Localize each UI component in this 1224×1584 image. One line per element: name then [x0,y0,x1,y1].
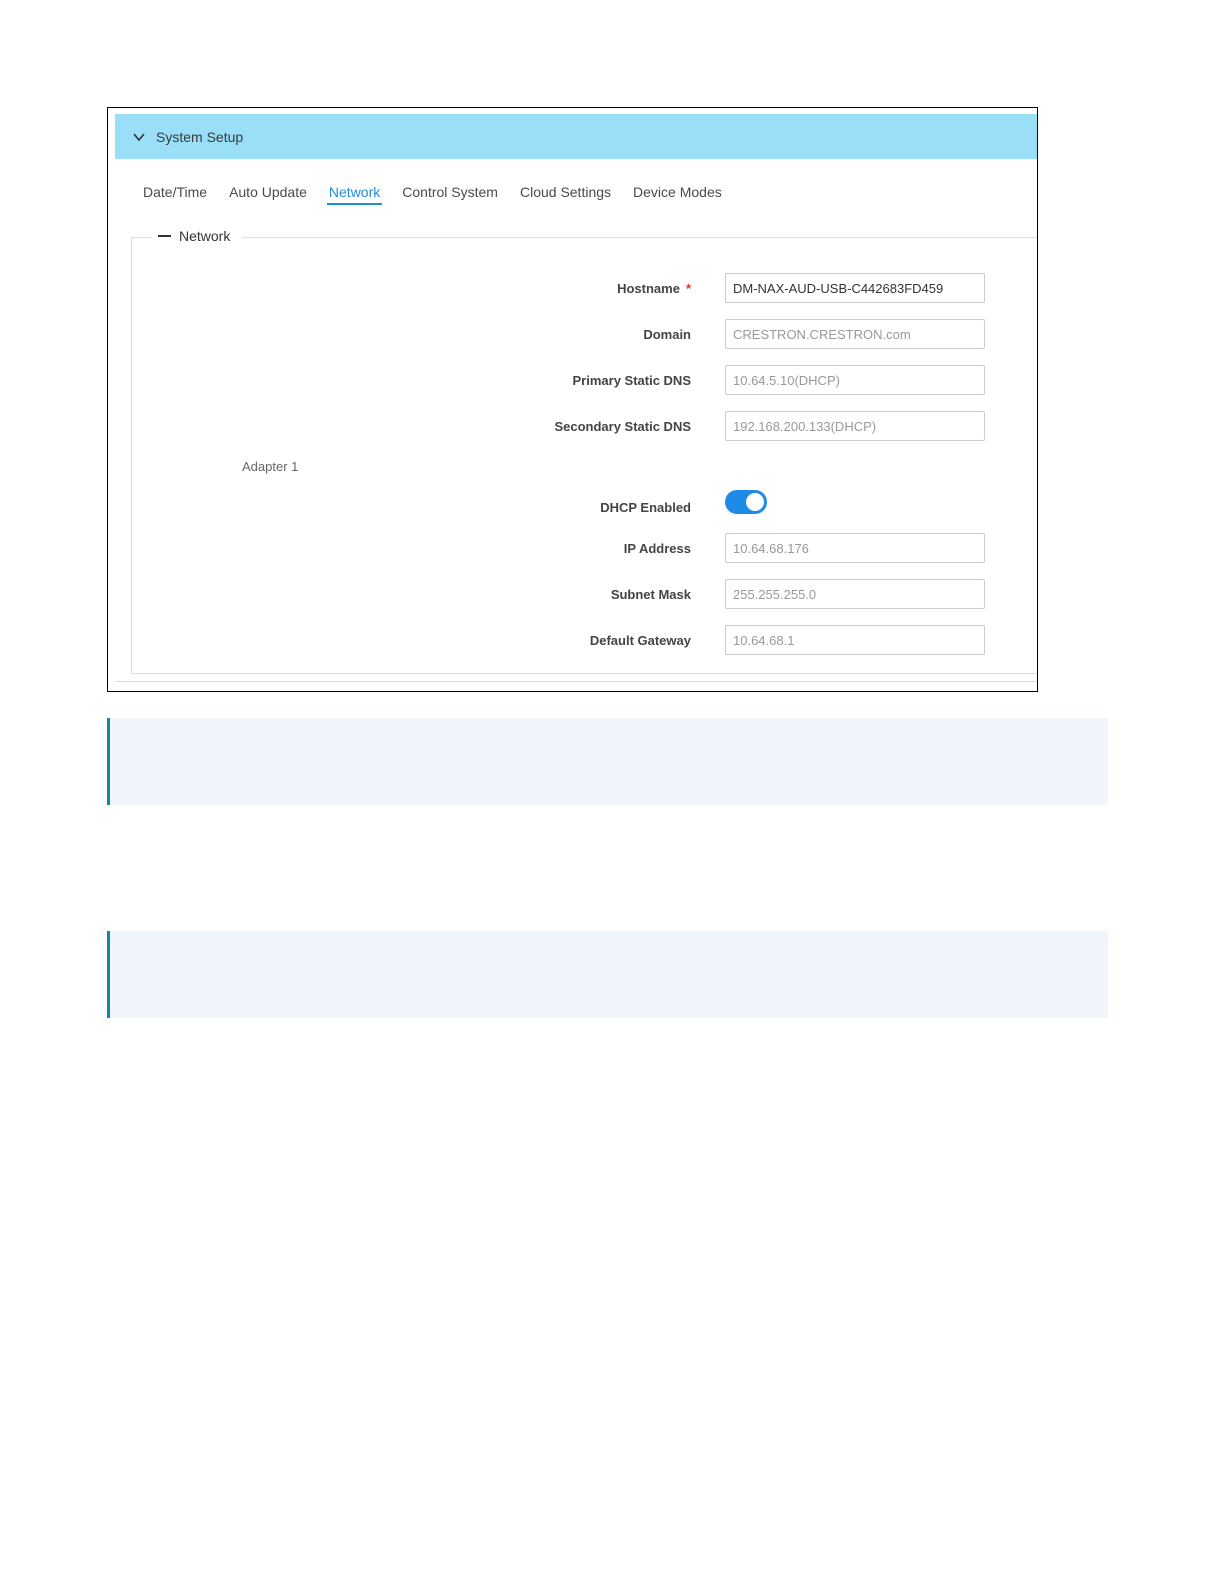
chevron-down-icon[interactable] [132,130,146,144]
dhcp-toggle[interactable] [725,490,767,514]
domain-label: Domain [643,327,691,342]
ip-address-label: IP Address [623,541,691,556]
note-box [107,931,1108,1018]
network-fieldset: Network Hostname* Domain Primary Static … [131,228,1037,674]
subnet-mask-label: Subnet Mask [610,587,691,602]
tab-network[interactable]: Network [326,184,383,205]
tab-bar: Date/Time Auto Update Network Control Sy… [143,184,744,205]
collapse-icon[interactable] [158,235,171,237]
screenshot-frame: System Setup Date/Time Auto Update Netwo… [107,107,1038,692]
primary-dns-input[interactable] [725,365,985,395]
default-gateway-row: Default Gateway [132,625,1032,657]
dhcp-row: DHCP Enabled [132,490,1032,522]
tab-cloud-settings[interactable]: Cloud Settings [520,184,611,205]
primary-dns-label: Primary Static DNS [572,373,692,388]
subnet-mask-input[interactable] [725,579,985,609]
tab-control-system[interactable]: Control System [402,184,498,205]
network-legend[interactable]: Network [152,228,243,244]
ip-address-row: IP Address [132,533,1032,565]
tab-auto-update[interactable]: Auto Update [229,184,307,205]
tab-device-modes[interactable]: Device Modes [633,184,722,205]
secondary-dns-row: Secondary Static DNS [132,411,1032,443]
note-box [107,718,1108,805]
toggle-knob [746,493,764,511]
network-legend-label: Network [179,228,231,244]
ip-address-input[interactable] [725,533,985,563]
domain-input[interactable] [725,319,985,349]
required-mark: * [685,281,691,296]
primary-dns-row: Primary Static DNS [132,365,1032,397]
default-gateway-input[interactable] [725,625,985,655]
subnet-mask-row: Subnet Mask [132,579,1032,611]
secondary-dns-input[interactable] [725,411,985,441]
system-setup-header[interactable]: System Setup [115,114,1037,159]
section-title: System Setup [156,128,244,145]
default-gateway-label: Default Gateway [589,633,691,648]
hostname-input[interactable] [725,273,985,303]
tab-date-time[interactable]: Date/Time [143,184,207,205]
secondary-dns-label: Secondary Static DNS [554,419,691,434]
hostname-row: Hostname * [132,273,1032,305]
domain-row: Domain [132,319,1032,351]
divider [115,681,1037,682]
dhcp-label: DHCP Enabled [600,500,691,515]
adapter-label: Adapter 1 [242,459,299,474]
hostname-label: Hostname * [617,281,691,296]
